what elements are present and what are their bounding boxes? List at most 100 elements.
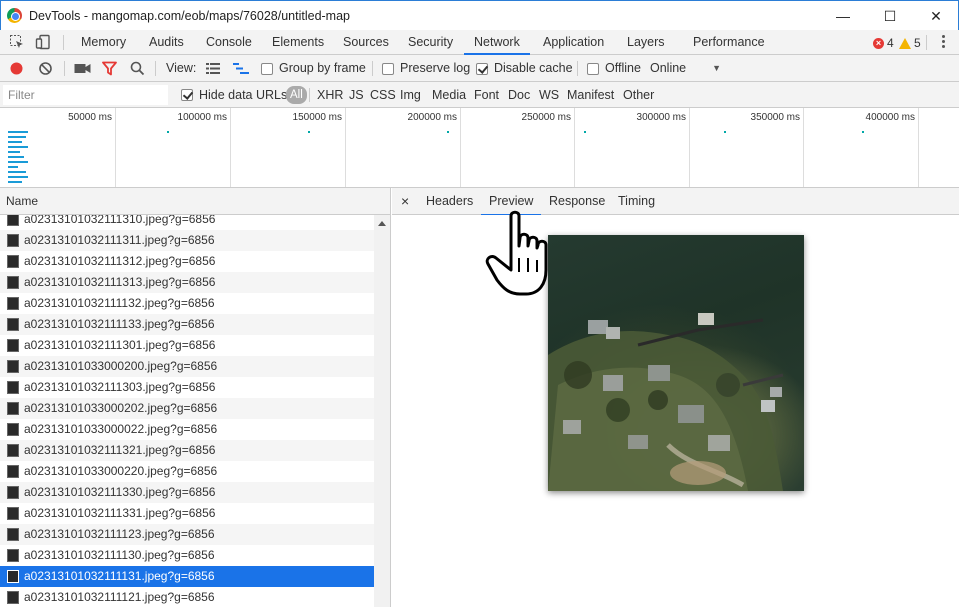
request-row[interactable]: a02313101032111131.jpeg?g=6856 bbox=[0, 566, 374, 587]
request-name: a02313101032111132.jpeg?g=6856 bbox=[24, 296, 215, 310]
image-file-icon bbox=[7, 507, 19, 520]
image-file-icon bbox=[7, 591, 19, 604]
overview-bar bbox=[8, 141, 22, 143]
request-row[interactable]: a02313101033000200.jpeg?g=6856 bbox=[0, 356, 374, 377]
tab-network[interactable]: Network bbox=[464, 30, 530, 55]
filter-icon[interactable] bbox=[102, 61, 117, 76]
device-toolbar-icon[interactable] bbox=[35, 34, 51, 50]
devtools-tabbar: Memory Audits Console Elements Sources S… bbox=[0, 30, 959, 55]
hand-pointer-cursor-icon bbox=[485, 210, 548, 296]
error-count-badge[interactable]: × 4 bbox=[873, 36, 894, 50]
request-row[interactable]: a02313101032111301.jpeg?g=6856 bbox=[0, 335, 374, 356]
more-options-icon[interactable] bbox=[942, 35, 946, 50]
record-icon[interactable] bbox=[9, 61, 24, 76]
image-file-icon bbox=[7, 339, 19, 352]
preserve-log-checkbox[interactable]: Preserve log bbox=[382, 55, 470, 82]
minimize-button[interactable]: — bbox=[820, 1, 866, 31]
overview-bar bbox=[8, 161, 28, 163]
overview-marker bbox=[447, 131, 449, 133]
hide-data-urls-checkbox[interactable]: Hide data URLs bbox=[181, 82, 287, 108]
offline-checkbox[interactable]: Offline bbox=[587, 55, 641, 82]
hide-data-urls-label: Hide data URLs bbox=[199, 88, 288, 102]
request-list-scrollbar[interactable] bbox=[374, 215, 391, 607]
tab-security[interactable]: Security bbox=[408, 30, 453, 54]
filter-type-doc[interactable]: Doc bbox=[508, 82, 530, 108]
tab-performance[interactable]: Performance bbox=[693, 30, 765, 54]
request-row[interactable]: a02313101033000220.jpeg?g=6856 bbox=[0, 461, 374, 482]
request-name: a02313101032111131.jpeg?g=6856 bbox=[24, 569, 215, 583]
filter-type-ws[interactable]: WS bbox=[539, 82, 559, 108]
window-title: DevTools - mangomap.com/eob/maps/76028/u… bbox=[29, 8, 351, 23]
request-name: a02313101032111133.jpeg?g=6856 bbox=[24, 317, 215, 331]
filter-type-media[interactable]: Media bbox=[432, 82, 466, 108]
filter-type-img[interactable]: Img bbox=[400, 82, 421, 108]
request-name: a02313101032111321.jpeg?g=6856 bbox=[24, 443, 216, 457]
warning-count-badge[interactable]: 5 bbox=[899, 36, 921, 50]
preview-pane bbox=[392, 215, 959, 607]
overview-marker bbox=[167, 131, 169, 133]
request-row[interactable]: a02313101032111121.jpeg?g=6856 bbox=[0, 587, 374, 607]
waterfall-view-icon[interactable] bbox=[233, 63, 249, 74]
tab-console[interactable]: Console bbox=[206, 30, 252, 54]
network-toolbar: View: Group by frame Preserve log Disabl… bbox=[0, 55, 959, 82]
disable-cache-checkbox[interactable]: Disable cache bbox=[476, 55, 573, 82]
request-list: a02313101032111310.jpeg?g=6856 a023131010… bbox=[0, 215, 374, 607]
image-file-icon bbox=[7, 297, 19, 310]
overview-bar bbox=[8, 181, 22, 183]
request-row[interactable]: a02313101032111310.jpeg?g=6856 bbox=[0, 215, 374, 230]
tab-elements[interactable]: Elements bbox=[272, 30, 324, 54]
request-row[interactable]: a02313101032111133.jpeg?g=6856 bbox=[0, 314, 374, 335]
detail-tab-timing[interactable]: Timing bbox=[618, 188, 655, 215]
request-row[interactable]: a02313101032111132.jpeg?g=6856 bbox=[0, 293, 374, 314]
detail-tab-response[interactable]: Response bbox=[549, 188, 605, 215]
request-row[interactable]: a02313101032111313.jpeg?g=6856 bbox=[0, 272, 374, 293]
request-row[interactable]: a02313101032111321.jpeg?g=6856 bbox=[0, 440, 374, 461]
search-icon[interactable] bbox=[130, 61, 145, 76]
scroll-up-arrow-icon[interactable] bbox=[378, 221, 386, 226]
filter-type-manifest[interactable]: Manifest bbox=[567, 82, 614, 108]
close-detail-icon[interactable]: × bbox=[401, 188, 409, 215]
tab-audits[interactable]: Audits bbox=[149, 30, 184, 54]
filter-type-all[interactable]: All bbox=[286, 86, 307, 104]
overview-column: 400000 ms bbox=[804, 108, 919, 187]
overview-bar bbox=[8, 171, 26, 173]
filter-type-xhr[interactable]: XHR bbox=[317, 82, 343, 108]
request-row[interactable]: a02313101032111331.jpeg?g=6856 bbox=[0, 503, 374, 524]
toolbar-divider bbox=[926, 35, 927, 50]
filter-type-font[interactable]: Font bbox=[474, 82, 499, 108]
network-overview[interactable]: 50000 ms 100000 ms 150000 ms 200000 ms 2… bbox=[0, 108, 959, 188]
filter-type-js[interactable]: JS bbox=[349, 82, 364, 108]
request-row[interactable]: a02313101032111303.jpeg?g=6856 bbox=[0, 377, 374, 398]
filter-input[interactable] bbox=[3, 85, 168, 105]
inspect-element-icon[interactable] bbox=[9, 34, 25, 50]
request-row[interactable]: a02313101032111123.jpeg?g=6856 bbox=[0, 524, 374, 545]
image-file-icon bbox=[7, 423, 19, 436]
tab-memory[interactable]: Memory bbox=[81, 30, 126, 54]
camera-icon[interactable] bbox=[74, 62, 91, 75]
clear-icon[interactable] bbox=[38, 61, 53, 76]
checkbox-box bbox=[382, 62, 394, 75]
throttle-select[interactable]: Online ▼ bbox=[650, 55, 721, 82]
request-row[interactable]: a02313101032111330.jpeg?g=6856 bbox=[0, 482, 374, 503]
tab-layers[interactable]: Layers bbox=[627, 30, 665, 54]
request-row[interactable]: a02313101033000022.jpeg?g=6856 bbox=[0, 419, 374, 440]
group-by-frame-checkbox[interactable]: Group by frame bbox=[261, 55, 366, 82]
overview-tick-label: 50000 ms bbox=[68, 112, 112, 123]
close-window-button[interactable]: ✕ bbox=[913, 1, 959, 31]
request-name: a02313101032111123.jpeg?g=6856 bbox=[24, 527, 215, 541]
request-row[interactable]: a02313101032111130.jpeg?g=6856 bbox=[0, 545, 374, 566]
checkbox-box-checked bbox=[181, 89, 193, 101]
tab-application[interactable]: Application bbox=[543, 30, 604, 54]
overview-tick-label: 350000 ms bbox=[750, 112, 800, 123]
request-row[interactable]: a02313101032111312.jpeg?g=6856 bbox=[0, 251, 374, 272]
filter-type-other[interactable]: Other bbox=[623, 82, 654, 108]
request-row[interactable]: a02313101033000202.jpeg?g=6856 bbox=[0, 398, 374, 419]
large-rows-icon[interactable] bbox=[206, 63, 220, 74]
name-column-header[interactable]: Name bbox=[0, 188, 391, 215]
filter-type-css[interactable]: CSS bbox=[370, 82, 396, 108]
request-row[interactable]: a02313101032111311.jpeg?g=6856 bbox=[0, 230, 374, 251]
overview-column: 100000 ms bbox=[116, 108, 231, 187]
tab-sources[interactable]: Sources bbox=[343, 30, 389, 54]
maximize-button[interactable]: ☐ bbox=[867, 1, 913, 31]
detail-tab-headers[interactable]: Headers bbox=[426, 188, 473, 215]
